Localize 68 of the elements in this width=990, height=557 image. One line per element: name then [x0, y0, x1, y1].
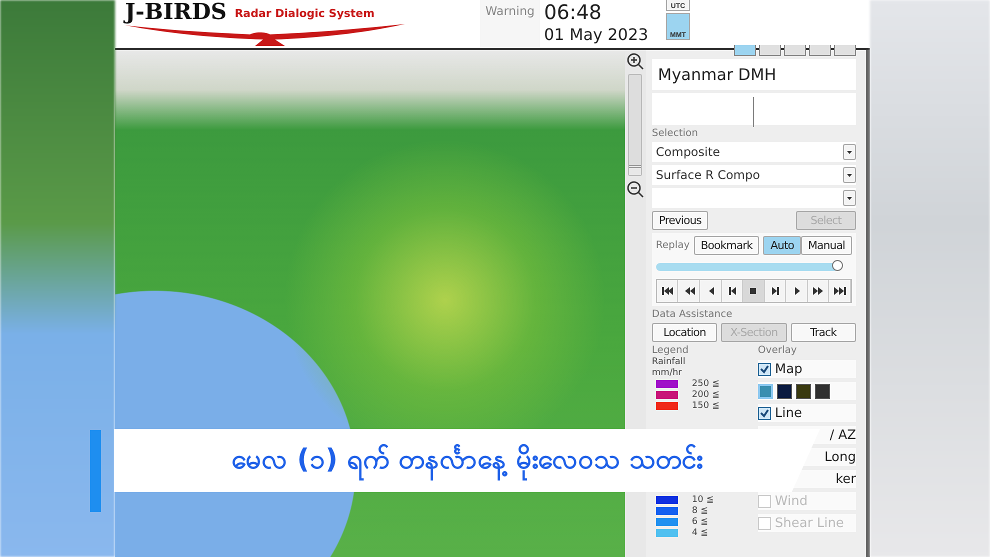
logo-subtitle: Radar Dialogic System — [234, 7, 375, 20]
bookmark-button[interactable]: Bookmark — [694, 236, 760, 255]
map-style-swatch[interactable] — [758, 384, 773, 398]
overlay-label: Wind — [774, 494, 808, 508]
legend-name: Rainfall — [652, 357, 686, 367]
playback-button[interactable] — [722, 280, 744, 302]
assistance-button[interactable]: Location — [652, 323, 718, 342]
zoom-in-icon[interactable] — [626, 52, 644, 70]
warning-label: Warning — [485, 4, 535, 18]
playback-button[interactable] — [678, 280, 700, 302]
overlay-label: Shear Line — [774, 516, 844, 530]
dropdown-caret-icon[interactable] — [843, 144, 856, 160]
map-style-swatch[interactable] — [814, 384, 830, 398]
overlay-title: Overlay — [758, 345, 798, 356]
step-forward-icon — [769, 286, 781, 296]
zoom-out-icon[interactable] — [626, 180, 644, 198]
data-assistance-label: Data Assistance — [652, 309, 734, 320]
overlay-label: / AZ — [830, 428, 856, 442]
clock-date: 01 May 2023 — [544, 24, 650, 46]
overlay-label: Long — [824, 450, 856, 464]
toolbar-icon[interactable] — [784, 45, 806, 56]
toolbar-icon[interactable] — [834, 45, 856, 56]
mode-tab[interactable]: Auto — [763, 236, 802, 255]
dropdown-caret-icon[interactable] — [843, 190, 856, 206]
legend-value: 10 ≦ — [692, 495, 714, 505]
legend-value: 4 ≦ — [692, 528, 708, 538]
clock-time: 06:48 — [544, 0, 603, 24]
agency-field: Myanmar DMH — [652, 59, 856, 90]
legend-value: 6 ≦ — [692, 517, 708, 527]
fast-back-icon — [682, 286, 695, 296]
logo-text: J-BIRDS — [125, 0, 227, 24]
checkbox[interactable] — [758, 362, 771, 376]
playback-button[interactable] — [764, 280, 786, 302]
playback-button[interactable] — [743, 280, 765, 302]
first-icon — [661, 286, 674, 296]
playback-button[interactable] — [656, 280, 678, 302]
overlay-label: Line — [774, 406, 802, 420]
legend-value: 150 ≦ — [692, 401, 720, 411]
dropdown-caret-icon[interactable] — [843, 167, 856, 183]
selection-dropdown[interactable]: Composite — [652, 142, 856, 162]
playback-button[interactable] — [829, 280, 851, 302]
mode-tab[interactable]: Manual — [801, 236, 852, 255]
map-style-swatch[interactable] — [776, 384, 792, 398]
overlay-label: Map — [774, 362, 802, 376]
map-style-swatch[interactable] — [796, 384, 811, 398]
zoom-slider[interactable] — [628, 74, 642, 176]
headline-text: မေလ (၁) ရက် တနင်္လာနေ့ မိုးလေဝသ သတင်း — [232, 440, 702, 480]
overlay-label: ker — [836, 472, 856, 486]
playback-button[interactable] — [786, 280, 808, 302]
legend-value: 250 ≦ — [692, 379, 720, 389]
toolbar-icon[interactable] — [809, 45, 831, 56]
checkbox[interactable] — [758, 406, 771, 420]
legend-unit: mm/hr — [652, 368, 683, 378]
replay-label: Replay — [656, 240, 690, 251]
eagle-logo-icon — [125, 24, 405, 46]
selection-dropdown[interactable]: Surface R Compo — [652, 165, 856, 185]
last-icon — [834, 286, 846, 296]
assistance-button[interactable]: Track — [790, 323, 856, 342]
toolbar-icon[interactable] — [759, 45, 781, 56]
legend-value: 200 ≦ — [692, 390, 720, 400]
fast-forward-icon — [812, 286, 824, 296]
previous-button[interactable]: Previous — [652, 211, 708, 230]
legend-title: Legend — [652, 345, 690, 356]
playback-button[interactable] — [700, 280, 722, 302]
playback-button[interactable] — [808, 280, 830, 302]
selection-label: Selection — [652, 128, 699, 139]
legend-value: 8 ≦ — [692, 506, 708, 516]
slider-thumb[interactable] — [832, 260, 843, 271]
